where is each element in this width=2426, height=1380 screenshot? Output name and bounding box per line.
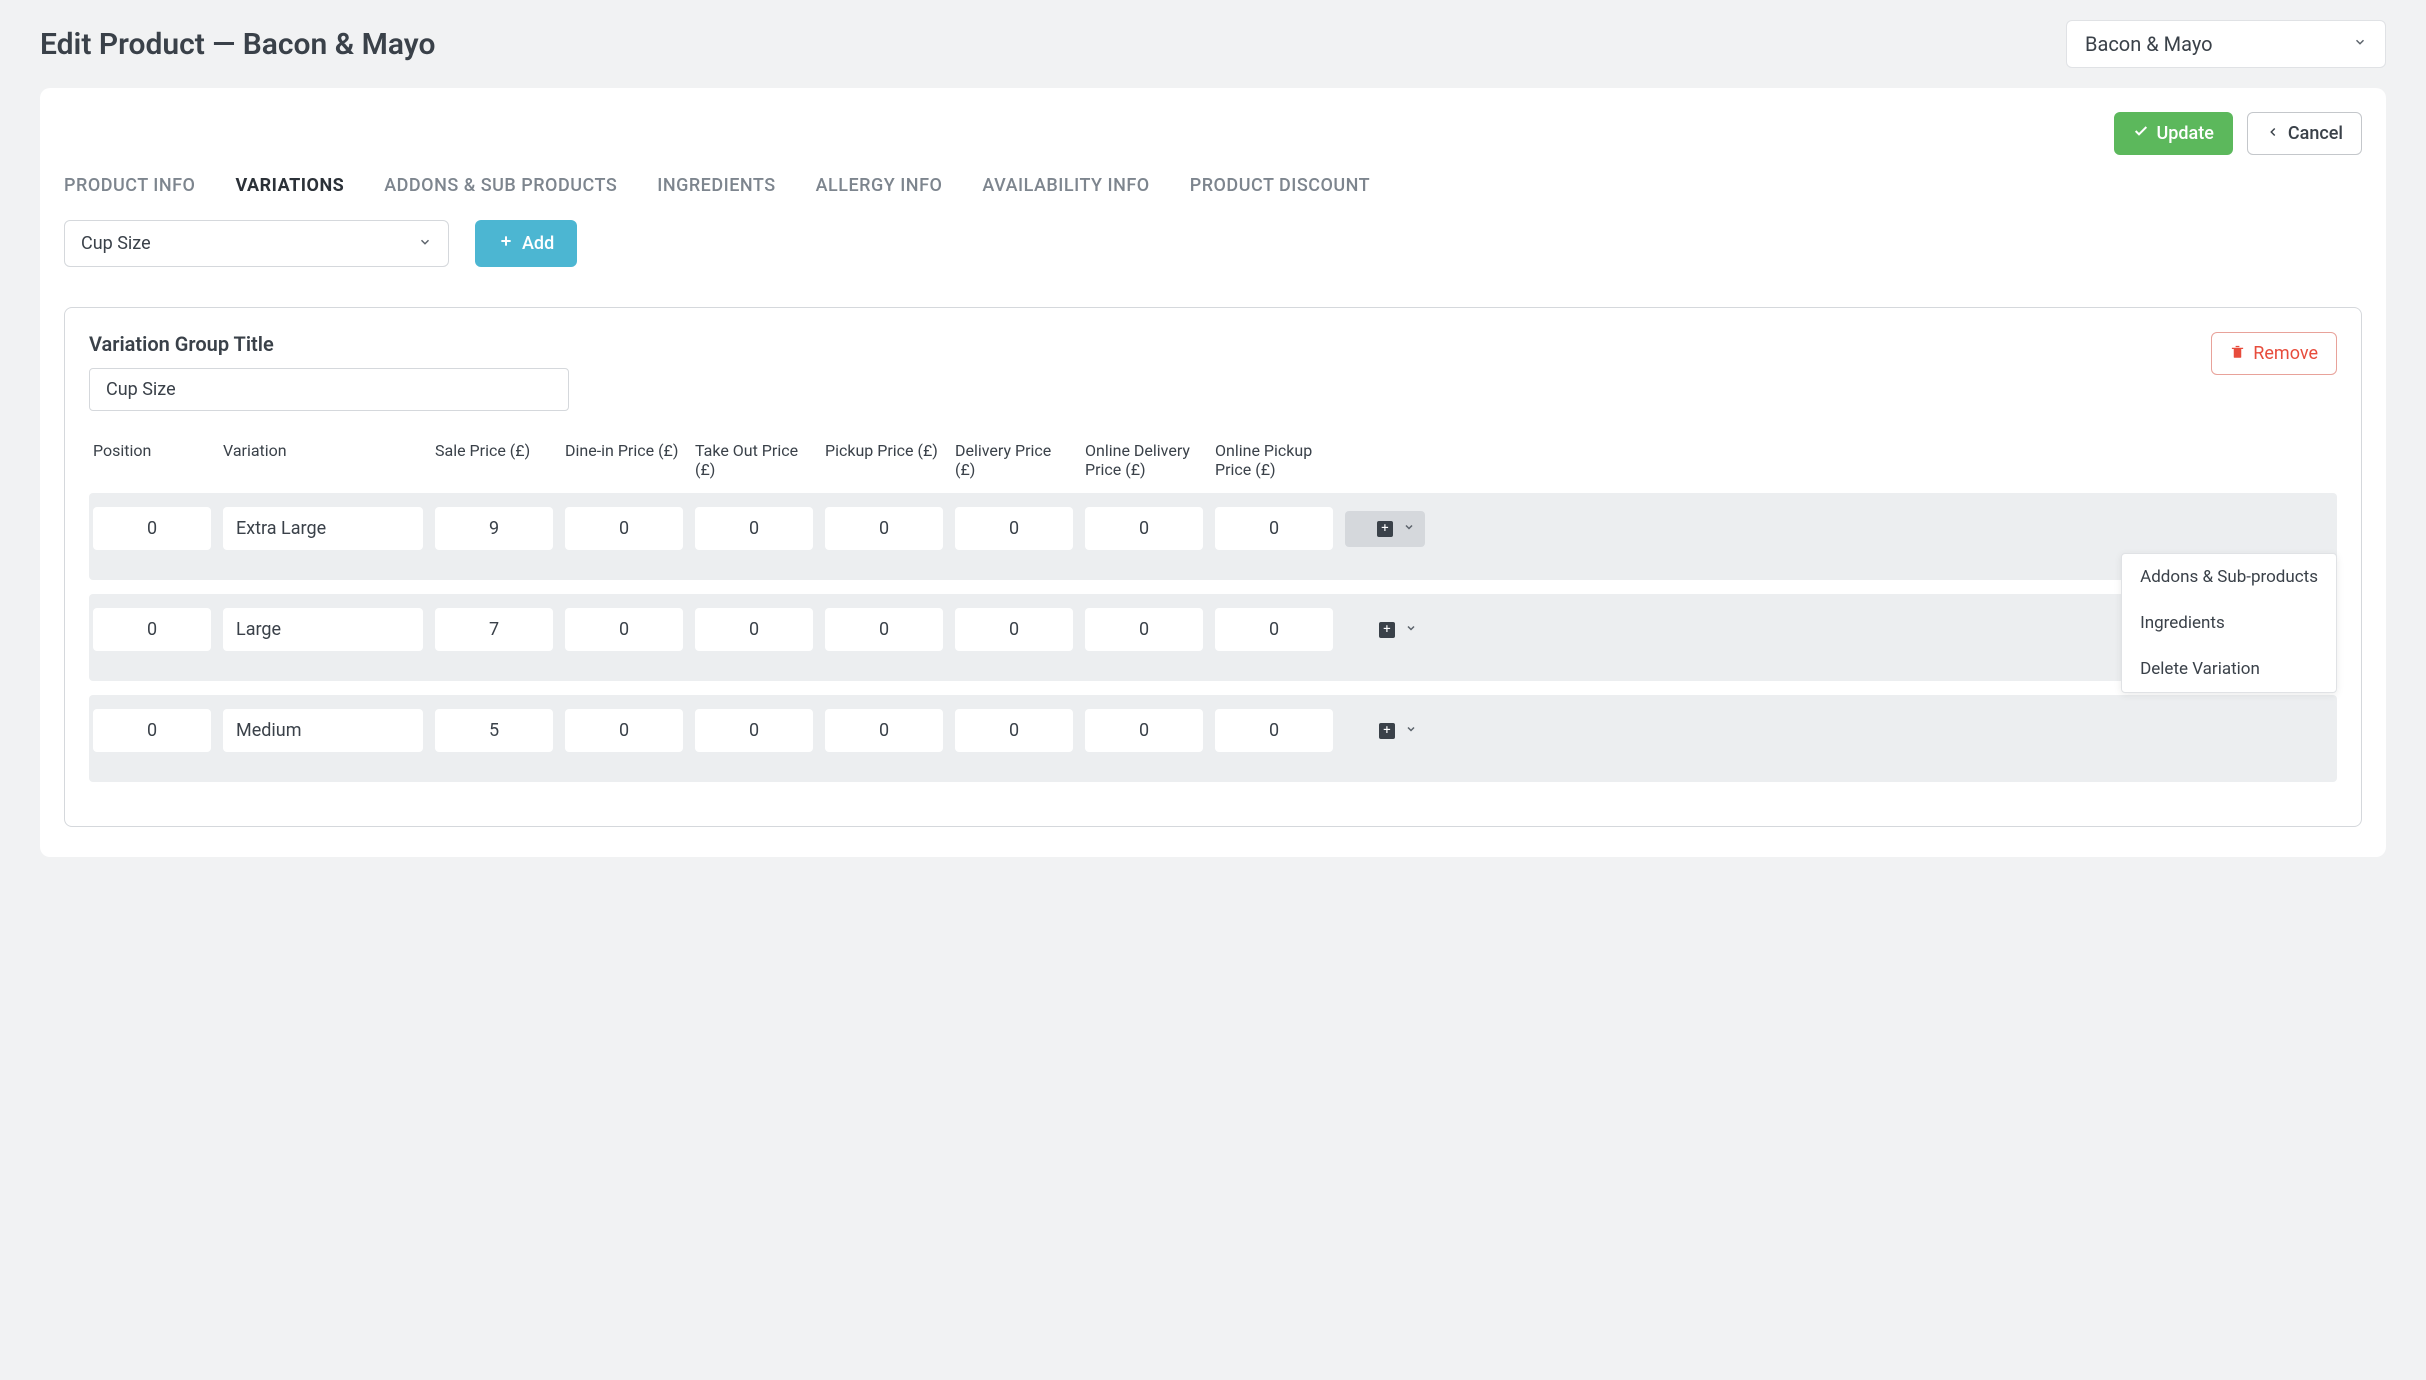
check-icon: [2133, 123, 2149, 144]
add-button-label: Add: [522, 233, 554, 254]
position-input[interactable]: [93, 709, 211, 752]
page-title: Edit Product — Bacon & Mayo: [40, 27, 435, 62]
col-pickup: Pickup Price (£): [825, 441, 943, 460]
menu-addons[interactable]: Addons & Sub-products: [2122, 554, 2336, 600]
product-select-value: Bacon & Mayo: [2085, 32, 2213, 56]
pickup-price-input[interactable]: [825, 709, 943, 752]
chevron-down-icon: [2353, 35, 2367, 53]
plus-box-icon: +: [1379, 723, 1395, 739]
online-pickup-price-input[interactable]: [1215, 507, 1333, 550]
row-actions-toggle[interactable]: +: [1345, 511, 1425, 547]
delivery-price-input[interactable]: [955, 507, 1073, 550]
row-actions-menu: Addons & Sub-products Ingredients Delete…: [2121, 553, 2337, 693]
variation-name-input[interactable]: [223, 709, 423, 752]
plus-icon: [498, 233, 514, 254]
cancel-button-label: Cancel: [2288, 123, 2343, 144]
dinein-price-input[interactable]: [565, 507, 683, 550]
table-row: +: [89, 594, 2337, 681]
online-pickup-price-input[interactable]: [1215, 608, 1333, 651]
col-variation: Variation: [223, 441, 423, 460]
online-delivery-price-input[interactable]: [1085, 507, 1203, 550]
col-takeout: Take Out Price (£): [695, 441, 813, 479]
tabs: PRODUCT INFO VARIATIONS ADDONS & SUB PRO…: [64, 175, 2362, 196]
sale-price-input[interactable]: [435, 608, 553, 651]
variation-name-input[interactable]: [223, 507, 423, 550]
variation-type-select[interactable]: Cup Size: [64, 220, 449, 267]
tab-discount[interactable]: PRODUCT DISCOUNT: [1190, 175, 1370, 196]
chevron-down-icon: [1403, 521, 1415, 537]
update-button-label: Update: [2157, 123, 2214, 144]
online-pickup-price-input[interactable]: [1215, 709, 1333, 752]
chevron-down-icon: [1405, 723, 1417, 739]
row-actions-toggle[interactable]: +: [1345, 723, 1425, 739]
remove-group-button[interactable]: Remove: [2211, 332, 2337, 375]
delivery-price-input[interactable]: [955, 608, 1073, 651]
menu-ingredients[interactable]: Ingredients: [2122, 600, 2336, 646]
col-position: Position: [93, 441, 211, 460]
variation-type-value: Cup Size: [81, 233, 151, 254]
product-select[interactable]: Bacon & Mayo: [2066, 20, 2386, 68]
pickup-price-input[interactable]: [825, 507, 943, 550]
online-delivery-price-input[interactable]: [1085, 709, 1203, 752]
sale-price-input[interactable]: [435, 507, 553, 550]
chevron-left-icon: [2266, 123, 2280, 144]
update-button[interactable]: Update: [2114, 112, 2233, 155]
variation-name-input[interactable]: [223, 608, 423, 651]
add-variation-button[interactable]: Add: [475, 220, 577, 267]
online-delivery-price-input[interactable]: [1085, 608, 1203, 651]
group-title-input[interactable]: [89, 368, 569, 411]
col-online-delivery: Online Delivery Price (£): [1085, 441, 1203, 479]
chevron-down-icon: [418, 235, 432, 253]
cancel-button[interactable]: Cancel: [2247, 112, 2362, 155]
tab-addons[interactable]: ADDONS & SUB PRODUCTS: [384, 175, 617, 196]
menu-delete-variation[interactable]: Delete Variation: [2122, 646, 2336, 692]
tab-allergy[interactable]: ALLERGY INFO: [816, 175, 943, 196]
tab-variations[interactable]: VARIATIONS: [235, 175, 344, 196]
plus-box-icon: +: [1379, 622, 1395, 638]
sale-price-input[interactable]: [435, 709, 553, 752]
trash-icon: [2230, 343, 2245, 364]
tab-product-info[interactable]: PRODUCT INFO: [64, 175, 195, 196]
plus-box-icon: +: [1377, 521, 1393, 537]
table-row: +: [89, 695, 2337, 782]
row-actions-toggle[interactable]: +: [1345, 622, 1425, 638]
takeout-price-input[interactable]: [695, 709, 813, 752]
group-title-label: Variation Group Title: [89, 332, 569, 356]
position-input[interactable]: [93, 608, 211, 651]
takeout-price-input[interactable]: [695, 507, 813, 550]
col-dinein: Dine-in Price (£): [565, 441, 683, 460]
remove-button-label: Remove: [2253, 343, 2318, 364]
dinein-price-input[interactable]: [565, 709, 683, 752]
chevron-down-icon: [1405, 622, 1417, 638]
tab-ingredients[interactable]: INGREDIENTS: [657, 175, 775, 196]
col-sale: Sale Price (£): [435, 441, 553, 460]
pickup-price-input[interactable]: [825, 608, 943, 651]
table-row: + Addons & Sub-products Ingredients Dele…: [89, 493, 2337, 580]
tab-availability[interactable]: AVAILABILITY INFO: [982, 175, 1149, 196]
delivery-price-input[interactable]: [955, 709, 1073, 752]
col-online-pickup: Online Pickup Price (£): [1215, 441, 1333, 479]
takeout-price-input[interactable]: [695, 608, 813, 651]
col-delivery: Delivery Price (£): [955, 441, 1073, 479]
dinein-price-input[interactable]: [565, 608, 683, 651]
position-input[interactable]: [93, 507, 211, 550]
